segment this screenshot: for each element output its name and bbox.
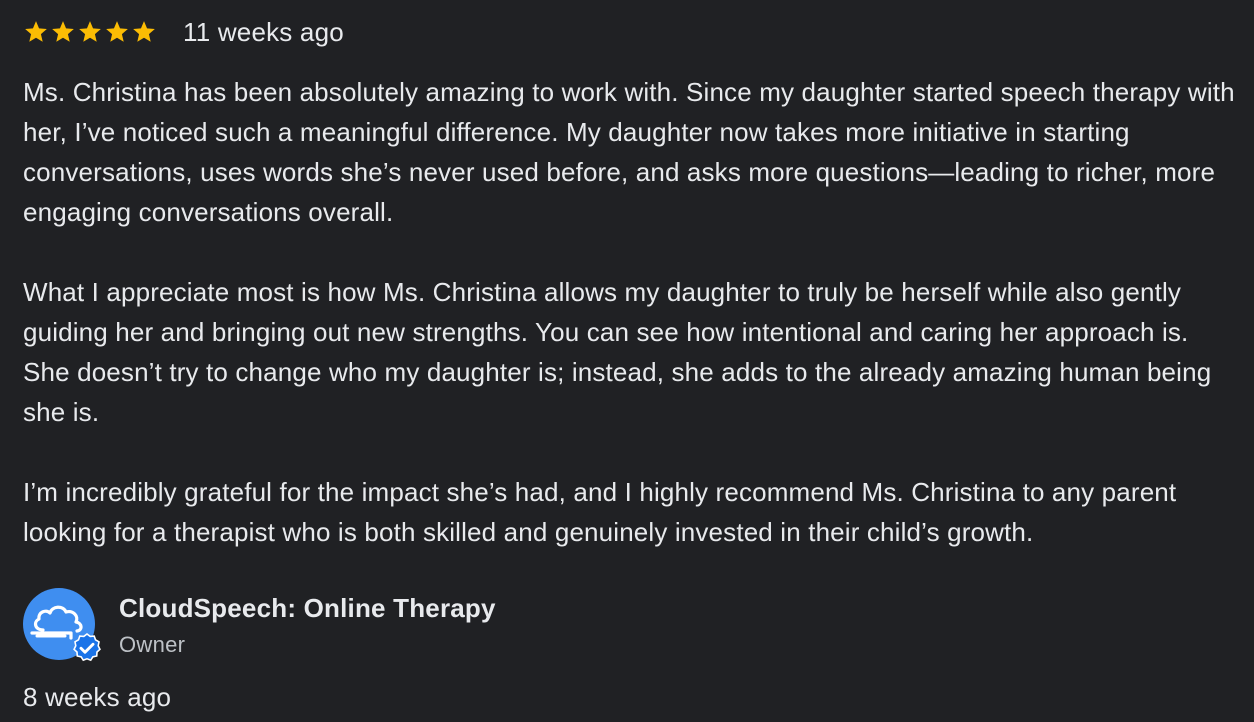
review-card: 11 weeks ago Ms. Christina has been abso… <box>23 0 1238 552</box>
star-rating <box>23 19 157 45</box>
reply-time: 8 weeks ago <box>23 682 172 712</box>
owner-response: CloudSpeech: Online Therapy Owner 8 week… <box>23 588 1023 712</box>
star-icon <box>106 21 128 42</box>
rating-row: 11 weeks ago <box>23 0 1238 64</box>
verified-badge-icon <box>73 633 101 662</box>
review-paragraph: I’m incredibly grateful for the impact s… <box>23 477 1177 547</box>
owner-name[interactable]: CloudSpeech: Online Therapy <box>119 592 496 624</box>
review-time: 11 weeks ago <box>183 17 344 47</box>
avatar[interactable] <box>23 588 101 662</box>
owner-role-label: Owner <box>119 632 186 657</box>
star-icon <box>25 21 47 42</box>
review-paragraph: What I appreciate most is how Ms. Christ… <box>23 277 1212 427</box>
review-paragraph: Ms. Christina has been absolutely amazin… <box>23 77 1235 227</box>
star-icon <box>79 21 101 42</box>
review-text: Ms. Christina has been absolutely amazin… <box>23 72 1238 552</box>
star-icon <box>133 21 155 42</box>
star-icon <box>52 21 74 42</box>
owner-info: CloudSpeech: Online Therapy Owner <box>119 592 496 658</box>
owner-header: CloudSpeech: Online Therapy Owner <box>23 588 1023 662</box>
